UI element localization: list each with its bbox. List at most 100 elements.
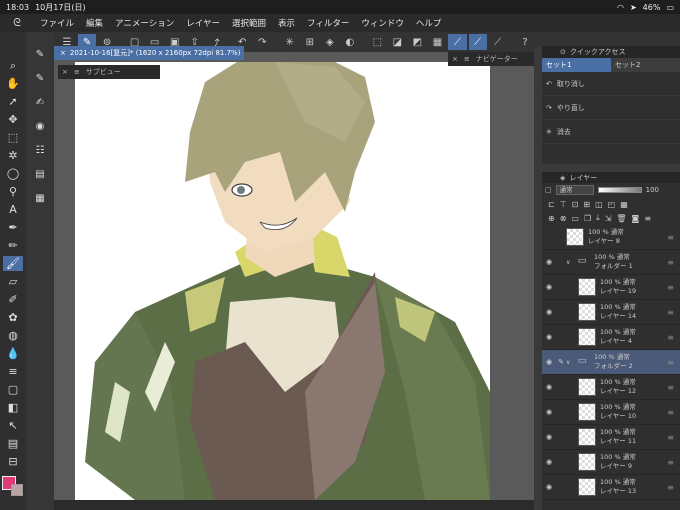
- layer-mask-icon[interactable]: ◙: [632, 214, 640, 223]
- tab-set-2[interactable]: セット2: [611, 58, 680, 72]
- navigator-panel-header[interactable]: × ≡ ナビゲーター: [448, 52, 534, 66]
- selection-mode-icon[interactable]: ▦: [428, 34, 446, 50]
- blend-icon[interactable]: 💧: [3, 346, 23, 361]
- deselect-icon[interactable]: ◪: [388, 34, 406, 50]
- drag-handle-icon[interactable]: ≡: [667, 383, 674, 392]
- visibility-eye-icon[interactable]: ◉: [542, 458, 556, 466]
- menu-file[interactable]: ファイル: [34, 17, 80, 29]
- clip-icon[interactable]: ⊏: [548, 200, 555, 209]
- visibility-eye-icon[interactable]: ◉: [542, 308, 556, 316]
- opacity-slider[interactable]: [597, 187, 642, 193]
- hand-icon[interactable]: ✋: [3, 76, 23, 91]
- lock-alpha-icon[interactable]: ⊞: [583, 200, 590, 209]
- menu-edit[interactable]: 編集: [80, 17, 109, 29]
- drag-handle-icon[interactable]: ≡: [667, 258, 674, 267]
- lasso-icon[interactable]: ◐: [341, 34, 359, 50]
- menu-icon[interactable]: ≡: [644, 214, 651, 223]
- subtool-3-icon[interactable]: ✍: [31, 94, 49, 110]
- clear-icon[interactable]: ✳: [281, 34, 299, 50]
- eyedropper-icon[interactable]: ⚲: [3, 184, 23, 199]
- layer-row[interactable]: ◉ 100 % 通常 レイヤー 10 ≡: [542, 400, 680, 425]
- subtool-5-icon[interactable]: ☷: [31, 142, 49, 158]
- reference-icon[interactable]: ⊤: [560, 200, 567, 209]
- brush-icon[interactable]: 🖌: [3, 256, 23, 271]
- pencil-icon[interactable]: ✏: [3, 238, 23, 253]
- visibility-eye-icon[interactable]: ◉: [542, 483, 556, 491]
- airbrush-icon[interactable]: ✐: [3, 292, 23, 307]
- visibility-eye-icon[interactable]: ◉: [542, 358, 556, 366]
- chevron-down-icon[interactable]: ∨: [566, 359, 574, 366]
- palette-icon[interactable]: ▦: [620, 200, 628, 209]
- duplicate-icon[interactable]: ❐: [584, 214, 591, 223]
- subview-panel-header[interactable]: × ≡ サブビュー: [58, 65, 160, 79]
- drag-handle-icon[interactable]: ≡: [667, 483, 674, 492]
- quick-clear-button[interactable]: ✳ 消去: [542, 120, 680, 144]
- menu-filter[interactable]: フィルター: [301, 17, 355, 29]
- document-tab[interactable]: × 2021-10-16[复元]* (1620 x 2160px 72dpi 8…: [54, 46, 244, 60]
- layer-row[interactable]: ◉ 100 % 通常 レイヤー 14 ≡: [542, 300, 680, 325]
- stroke-smooth-icon[interactable]: ⟋: [468, 34, 487, 50]
- visibility-eye-icon[interactable]: ◉: [542, 333, 556, 341]
- visibility-eye-icon[interactable]: ◉: [542, 433, 556, 441]
- select-all-icon[interactable]: ⬚: [368, 34, 386, 50]
- menu-help[interactable]: ヘルプ: [410, 17, 448, 29]
- draft-icon[interactable]: ◰: [608, 200, 616, 209]
- layer-color-icon[interactable]: ▢: [545, 186, 552, 194]
- transfer-icon[interactable]: ⇲: [605, 214, 612, 223]
- menu-selection[interactable]: 選択範囲: [226, 17, 272, 29]
- drag-handle-icon[interactable]: ≡: [667, 283, 674, 292]
- drawing-canvas[interactable]: [75, 62, 490, 500]
- blend-mode-select[interactable]: 通常: [555, 185, 594, 195]
- object-icon[interactable]: ↖: [3, 418, 23, 433]
- transform-icon[interactable]: ⊞: [301, 34, 319, 50]
- app-logo-icon[interactable]: ᘓ: [8, 16, 26, 30]
- layer-row[interactable]: ◉ 100 % 通常 レイヤー 4 ≡: [542, 325, 680, 350]
- delete-icon[interactable]: 🗑: [616, 214, 626, 223]
- close-icon[interactable]: ×: [60, 49, 66, 57]
- sub-color-swatch[interactable]: [11, 484, 23, 496]
- quick-redo-button[interactable]: ↷ やり直し: [542, 96, 680, 120]
- selection-icon[interactable]: ⬚: [3, 130, 23, 145]
- layer-row[interactable]: ◉ 100 % 通常 レイヤー 9 ≡: [542, 450, 680, 475]
- visibility-eye-icon[interactable]: ◉: [542, 383, 556, 391]
- new-vector-layer-icon[interactable]: ⊗: [560, 214, 567, 223]
- subtool-6-icon[interactable]: ▤: [31, 166, 49, 182]
- subtool-4-icon[interactable]: ◉: [31, 118, 49, 134]
- layer-row[interactable]: ◉ 100 % 通常 レイヤー 13 ≡: [542, 475, 680, 500]
- help-icon[interactable]: ?: [516, 34, 534, 50]
- drag-handle-icon[interactable]: ≡: [667, 358, 674, 367]
- redo-icon[interactable]: ↷: [253, 34, 271, 50]
- drag-handle-icon[interactable]: ≡: [667, 433, 674, 442]
- visibility-eye-icon[interactable]: ◉: [542, 258, 556, 266]
- new-raster-layer-icon[interactable]: ⊕: [548, 214, 555, 223]
- ruler-tool-icon[interactable]: ⊟: [3, 454, 23, 469]
- drag-handle-icon[interactable]: ≡: [667, 458, 674, 467]
- edit-pen-icon[interactable]: ✎: [556, 358, 566, 366]
- mask-icon[interactable]: ◫: [595, 200, 603, 209]
- fill-bucket-icon[interactable]: ◍: [3, 328, 23, 343]
- ruler-icon[interactable]: ⟋: [489, 34, 507, 50]
- subtool-1-icon[interactable]: ✎: [31, 46, 49, 62]
- menu-icon[interactable]: ≡: [74, 68, 80, 76]
- close-icon[interactable]: ×: [452, 55, 458, 63]
- chevron-down-icon[interactable]: ∨: [566, 259, 574, 266]
- layer-row[interactable]: ◉ 100 % 通常 レイヤー 11 ≡: [542, 425, 680, 450]
- balloon-icon[interactable]: ▤: [3, 436, 23, 451]
- new-folder-icon[interactable]: ▭: [571, 214, 579, 223]
- menu-layer[interactable]: レイヤー: [180, 17, 226, 29]
- lasso-tool-icon[interactable]: ◯: [3, 166, 23, 181]
- eraser-icon[interactable]: ▱: [3, 274, 23, 289]
- subtool-7-icon[interactable]: ▦: [31, 190, 49, 206]
- quick-undo-button[interactable]: ↶ 取り消し: [542, 72, 680, 96]
- menu-animation[interactable]: アニメーション: [109, 17, 180, 29]
- subtool-2-icon[interactable]: ✎: [31, 70, 49, 86]
- folder-row[interactable]: ◉ ∨ ▭ 100 % 通常 フォルダー 1 ≡: [542, 250, 680, 275]
- stroke-stabilize-icon[interactable]: ⟋: [448, 34, 467, 50]
- layer-row[interactable]: 100 % 通常 レイヤー 8 ≡: [542, 225, 680, 250]
- drag-handle-icon[interactable]: ≡: [667, 333, 674, 342]
- drag-handle-icon[interactable]: ≡: [667, 408, 674, 417]
- menu-view[interactable]: 表示: [272, 17, 301, 29]
- move-layer-icon[interactable]: ✥: [3, 112, 23, 127]
- layer-row[interactable]: ◉ 100 % 通常 レイヤー 19 ≡: [542, 275, 680, 300]
- drag-handle-icon[interactable]: ≡: [667, 233, 674, 242]
